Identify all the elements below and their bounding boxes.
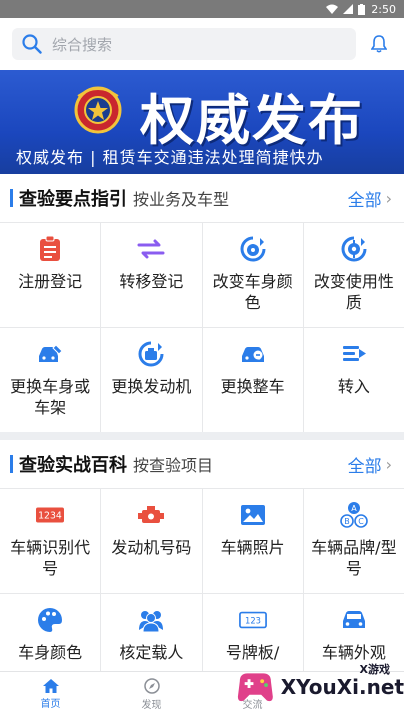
- site-watermark: XYouXi.net X游戏: [224, 657, 404, 717]
- grid-item-label: 更换整车: [220, 377, 285, 396]
- section-accent-bar: [10, 455, 13, 473]
- grid-item-label: 改变车身颜色: [212, 272, 293, 312]
- wifi-icon: [326, 4, 339, 14]
- search-placeholder: 综合搜索: [52, 35, 113, 54]
- home-icon: [42, 679, 59, 693]
- search-icon: [22, 34, 42, 54]
- palette-icon: [36, 606, 64, 634]
- bell-icon: [371, 35, 387, 53]
- tab-discover[interactable]: 发现: [101, 672, 202, 717]
- people-icon: [137, 606, 165, 634]
- grid-item-brand-model[interactable]: ABC 车辆品牌/型号: [303, 489, 404, 593]
- view-all-label: 全部: [347, 190, 382, 211]
- watermark-small-text: X游戏: [359, 663, 390, 676]
- grid-item-label: 转移登记: [119, 272, 184, 291]
- grid-item-label: 注册登记: [18, 272, 83, 291]
- police-emblem-icon: [74, 86, 122, 134]
- engine-swap-icon: [137, 340, 165, 368]
- banner-subtitle: 权威发布 | 租赁车交通违法处理简捷快办: [16, 148, 324, 167]
- section-divider: [0, 432, 404, 440]
- grid-item-label: 更换车身或车架: [10, 377, 91, 417]
- plate-icon: 123: [238, 606, 267, 634]
- section-subtitle: 按业务及车型: [133, 190, 230, 209]
- compass-icon: [143, 678, 160, 694]
- view-all-link[interactable]: 全部 ›: [348, 186, 392, 211]
- vin-icon: 1234: [36, 501, 65, 529]
- view-all-link[interactable]: 全部 ›: [348, 452, 392, 477]
- transfer-arrows-icon: [137, 235, 165, 263]
- status-bar: 2:50: [0, 0, 404, 18]
- grid-item-vin[interactable]: 1234 车辆识别代号: [0, 489, 101, 593]
- grid-item-replace-body[interactable]: 更换车身或车架: [0, 328, 101, 432]
- grid-item-label: 转入: [337, 377, 370, 396]
- grid-item-change-color[interactable]: 改变车身颜色: [202, 223, 303, 327]
- view-all-label: 全部: [347, 456, 382, 477]
- status-icons: [326, 3, 366, 15]
- grid-item-label: 改变使用性质: [313, 272, 394, 312]
- status-time: 2:50: [371, 2, 396, 16]
- engine-icon: [137, 501, 165, 529]
- section-accent-bar: [10, 189, 13, 207]
- car-front-icon: [340, 606, 368, 634]
- section-title: 查验要点指引: [19, 189, 127, 210]
- grid-item-label: 更换发动机: [111, 377, 192, 396]
- tab-label: 首页: [40, 699, 61, 710]
- grid-item-transfer[interactable]: 转移登记: [101, 223, 202, 327]
- grid-item-vehicle-photo[interactable]: 车辆照片: [202, 489, 303, 593]
- grid-item-registration[interactable]: 注册登记: [0, 223, 101, 327]
- car-swap-icon: [239, 340, 267, 368]
- gamepad-logo-icon: [237, 673, 273, 702]
- signal-icon: [343, 4, 354, 14]
- clipboard-icon: [36, 235, 64, 263]
- grid-item-label: 车辆识别代号: [10, 538, 91, 578]
- grid-item-change-usage[interactable]: 改变使用性质: [303, 223, 404, 327]
- section-subtitle: 按查验项目: [133, 456, 214, 475]
- tab-home[interactable]: 首页: [0, 672, 101, 717]
- section-header-inspection-guide: 查验要点指引 按业务及车型 全部 ›: [0, 174, 404, 222]
- grid-item-label: 发动机号码: [111, 538, 192, 557]
- car-wrench-icon: [36, 340, 64, 368]
- grid-item-label: 核定载人: [119, 643, 184, 662]
- chevron-right-icon: ›: [385, 188, 392, 208]
- grid-item-label: 车身颜色: [18, 643, 83, 662]
- gear-swap-icon: [340, 235, 368, 263]
- banner[interactable]: 权威发布 权威发布 | 租赁车交通违法处理简捷快办: [0, 70, 404, 174]
- search-input[interactable]: 综合搜索: [12, 28, 356, 60]
- transfer-in-icon: [340, 340, 368, 368]
- grid-item-replace-vehicle[interactable]: 更换整车: [202, 328, 303, 432]
- svg-text:123: 123: [245, 616, 261, 626]
- inspection-guide-grid: 注册登记 转移登记 改变车身颜色 改变使用性质 更换车身或车架 更换发动机 更换…: [0, 222, 404, 432]
- grid-item-label: 车辆品牌/型号: [311, 538, 397, 578]
- svg-text:C: C: [358, 517, 364, 526]
- chevron-right-icon: ›: [385, 454, 392, 474]
- svg-text:1234: 1234: [38, 511, 62, 522]
- grid-item-label: 车辆照片: [220, 538, 285, 557]
- watermark-text: XYouXi.net: [280, 675, 404, 699]
- notification-button[interactable]: [366, 31, 392, 57]
- top-bar: 综合搜索: [0, 18, 404, 70]
- palette-car-icon: [239, 235, 267, 263]
- abc-icon: ABC: [340, 501, 368, 529]
- grid-item-engine-number[interactable]: 发动机号码: [101, 489, 202, 593]
- section-title: 查验实战百科: [19, 455, 127, 476]
- photo-icon: [239, 501, 267, 529]
- svg-text:B: B: [344, 517, 350, 526]
- tab-label: 发现: [141, 700, 162, 711]
- grid-item-transfer-in[interactable]: 转入: [303, 328, 404, 432]
- grid-item-replace-engine[interactable]: 更换发动机: [101, 328, 202, 432]
- section-header-inspection-encyclopedia: 查验实战百科 按查验项目 全部 ›: [0, 440, 404, 488]
- battery-icon: [358, 3, 366, 15]
- svg-text:A: A: [351, 504, 357, 513]
